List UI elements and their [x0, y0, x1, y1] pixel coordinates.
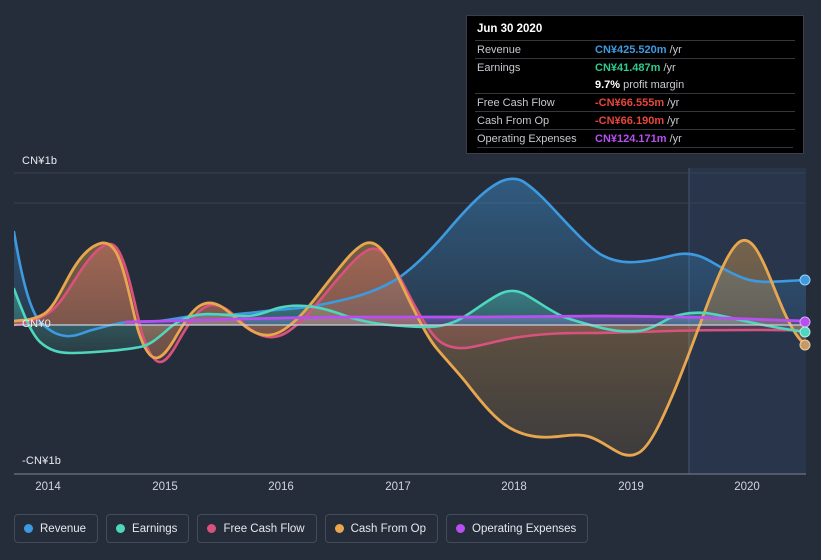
tooltip-unit-earnings: /yr — [663, 61, 676, 74]
legend-label-cash-from-op: Cash From Op — [350, 522, 427, 535]
tooltip-value-cash-from-op: -CN¥66.190m — [595, 114, 665, 127]
y-axis-label-top: CN¥1b — [22, 155, 58, 167]
y-axis-label-zero: CN¥0 — [22, 318, 51, 330]
x-axis-label-2017: 2017 — [385, 481, 411, 493]
tooltip-unit-revenue: /yr — [669, 43, 682, 56]
legend-label-earnings: Earnings — [132, 522, 178, 535]
tooltip-value-free-cash-flow: -CN¥66.555m — [595, 96, 665, 109]
x-axis-label-2019: 2019 — [618, 481, 644, 493]
tooltip-value-profit-margin: 9.7% — [595, 78, 621, 91]
tooltip-unit-free-cash-flow: /yr — [667, 96, 680, 109]
tooltip-row-revenue: Revenue CN¥425.520m /yr — [475, 40, 795, 58]
tooltip-unit-cash-from-op: /yr — [667, 114, 680, 127]
tooltip-date: Jun 30 2020 — [477, 23, 543, 35]
legend-item-operating-expenses[interactable]: Operating Expenses — [446, 514, 589, 543]
x-axis-label-2020: 2020 — [734, 481, 760, 493]
tooltip-label-earnings: Earnings — [477, 61, 521, 74]
endpoint-dot-revenue — [799, 274, 811, 286]
legend-label-free-cash-flow: Free Cash Flow — [223, 522, 305, 535]
endpoint-dot-cash-from-op — [799, 339, 811, 351]
y-axis-label-bottom: -CN¥1b — [22, 455, 62, 467]
tooltip-unit-operating-expenses: /yr — [669, 132, 682, 145]
tooltip-value-revenue: CN¥425.520m — [595, 43, 667, 56]
endpoint-dot-operating-expenses — [799, 316, 811, 328]
tooltip-bottom-divider — [477, 147, 793, 149]
tooltip-row-operating-expenses: Operating Expenses CN¥124.171m /yr — [475, 129, 795, 147]
tooltip-row-cash-from-op: Cash From Op -CN¥66.190m /yr — [475, 111, 795, 129]
tooltip-row-free-cash-flow: Free Cash Flow -CN¥66.555m /yr — [475, 93, 795, 111]
tooltip-label-operating-expenses: Operating Expenses — [477, 132, 577, 145]
financial-area-chart: CN¥1b CN¥0 -CN¥1b 2014 2015 2016 2017 20… — [0, 0, 821, 560]
tooltip-value-operating-expenses: CN¥124.171m — [595, 132, 667, 145]
legend-item-cash-from-op[interactable]: Cash From Op — [324, 514, 439, 543]
endpoint-dot-earnings — [799, 326, 811, 338]
legend-item-revenue[interactable]: Revenue — [14, 514, 99, 543]
chart-legend: Revenue Earnings Free Cash Flow Cash Fro… — [14, 514, 589, 543]
legend-item-free-cash-flow[interactable]: Free Cash Flow — [197, 514, 317, 543]
chart-tooltip: Jun 30 2020 Revenue CN¥425.520m /yr Earn… — [466, 15, 804, 154]
legend-dot-revenue-icon — [24, 524, 33, 533]
legend-item-earnings[interactable]: Earnings — [106, 514, 190, 543]
legend-dot-operating-expenses-icon — [456, 524, 466, 533]
tooltip-label-cash-from-op: Cash From Op — [477, 114, 550, 127]
tooltip-label-free-cash-flow: Free Cash Flow — [477, 96, 555, 109]
legend-dot-earnings-icon — [116, 524, 126, 533]
tooltip-row-earnings: Earnings CN¥41.487m /yr — [475, 58, 795, 76]
x-axis-label-2015: 2015 — [152, 481, 178, 493]
tooltip-unit-profit-margin: profit margin — [623, 78, 685, 91]
tooltip-row-profit-margin: 9.7% profit margin — [475, 76, 795, 93]
x-axis-label-2014: 2014 — [35, 481, 61, 493]
legend-label-operating-expenses: Operating Expenses — [472, 522, 577, 535]
legend-dot-cash-from-op-icon — [334, 524, 344, 533]
x-axis-label-2018: 2018 — [501, 481, 527, 493]
legend-label-revenue: Revenue — [40, 522, 87, 535]
x-axis-label-2016: 2016 — [268, 481, 294, 493]
legend-dot-free-cash-flow-icon — [207, 524, 217, 533]
tooltip-label-revenue: Revenue — [477, 43, 522, 56]
tooltip-value-earnings: CN¥41.487m — [595, 61, 661, 74]
